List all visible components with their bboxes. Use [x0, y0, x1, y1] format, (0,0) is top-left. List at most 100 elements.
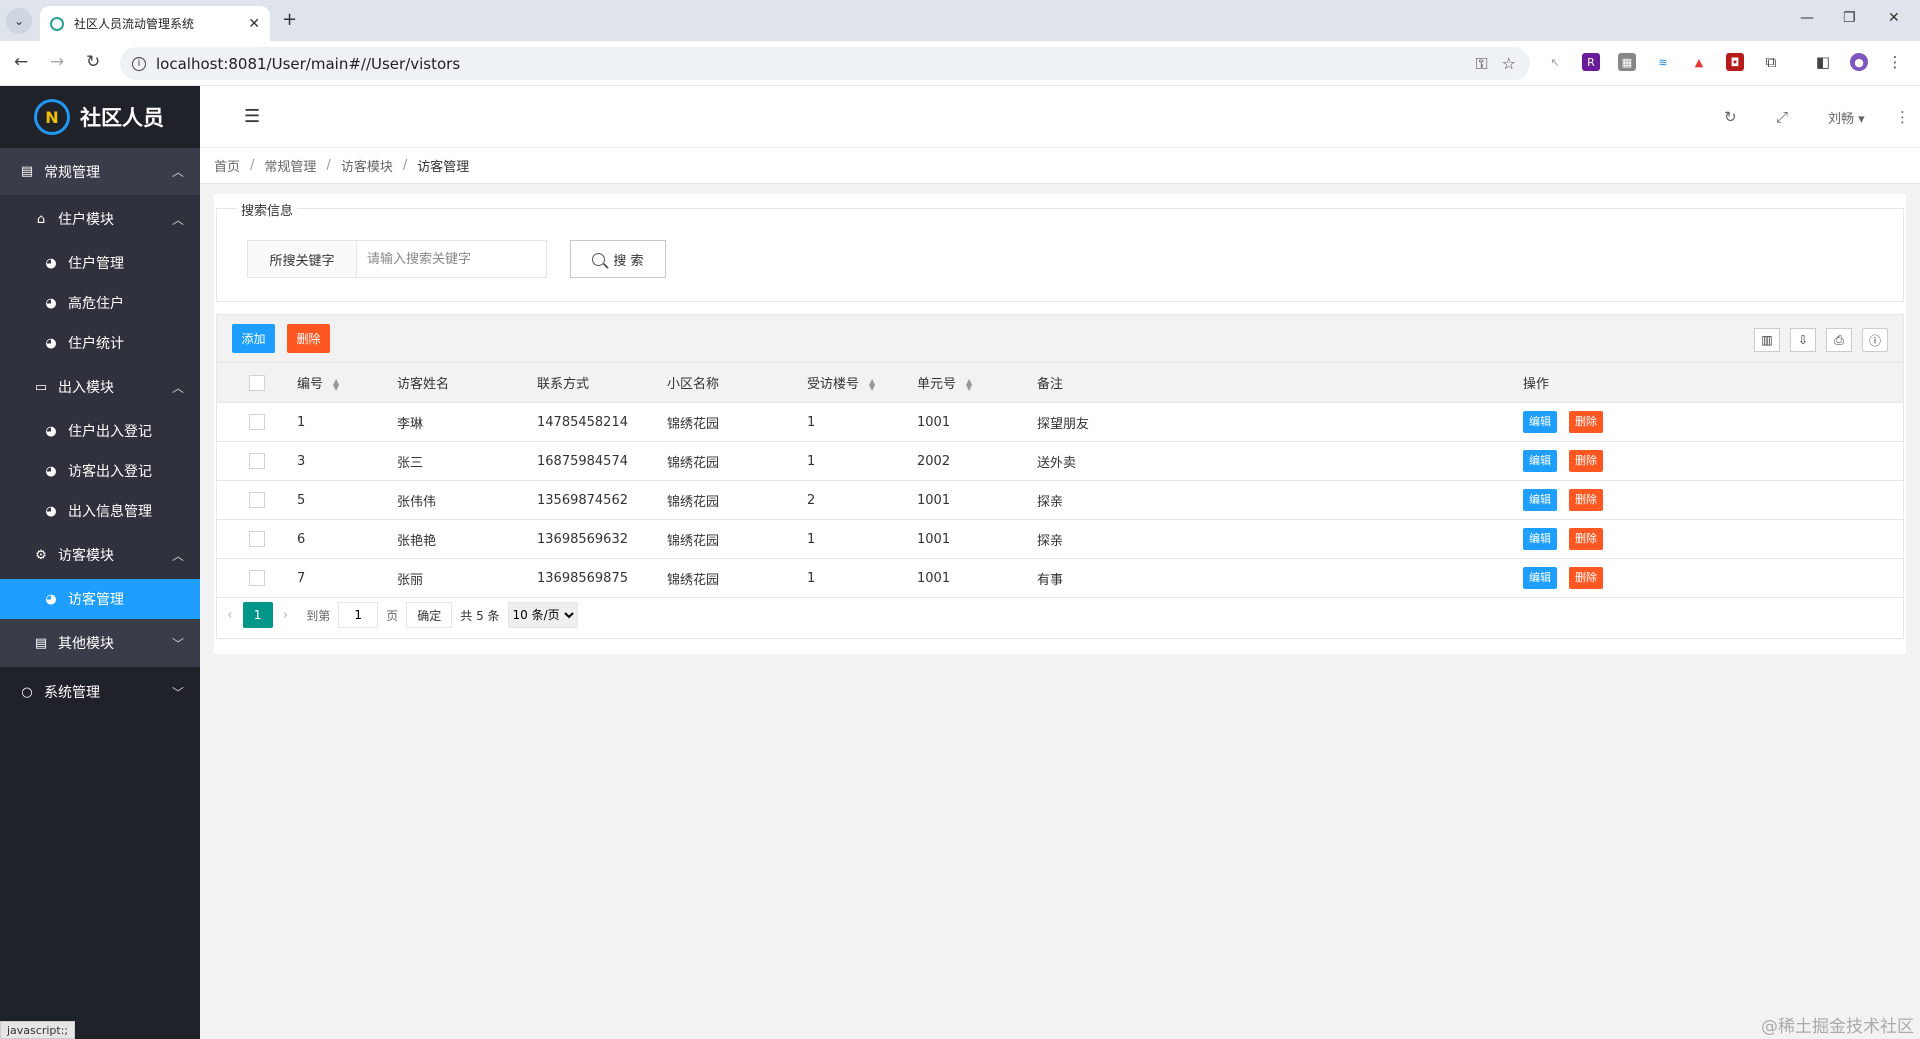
menu-high-risk-residents[interactable]: ◕ 高危住户 [0, 283, 200, 323]
restore-icon[interactable]: ❐ [1843, 10, 1856, 26]
row-delete-button[interactable]: 删除 [1569, 489, 1603, 511]
site-info-icon[interactable]: i [132, 56, 146, 71]
logo[interactable]: N 社区人员 [0, 86, 200, 148]
edit-button[interactable]: 编辑 [1523, 489, 1557, 511]
row-checkbox[interactable] [249, 453, 265, 469]
menu-general[interactable]: ▤ 常规管理 ︿ [0, 148, 200, 195]
extension-layers-icon[interactable]: ≋ [1654, 53, 1672, 71]
cell-community: 锦绣花园 [667, 519, 807, 559]
col-id[interactable]: 编号 ▲ ▼ [297, 363, 397, 403]
window-close-icon[interactable]: ✕ [1888, 10, 1900, 26]
batch-delete-button[interactable]: 删除 [287, 324, 330, 353]
cell-remark: 探望朋友 [1037, 402, 1337, 442]
row-delete-button[interactable]: 删除 [1569, 567, 1603, 589]
goto-confirm-button[interactable]: 确定 [406, 602, 453, 628]
cell-phone: 13698569632 [537, 519, 667, 559]
menu-resident-access-register[interactable]: ◕ 住户出入登记 [0, 411, 200, 451]
col-building[interactable]: 受访楼号 ▲ ▼ [807, 363, 917, 403]
menu-system-management[interactable]: ○ 系统管理 ﹀ [0, 667, 200, 717]
search-label: 所搜关键字 [247, 240, 357, 278]
menu-toggle-icon[interactable]: ☰ [244, 106, 260, 127]
col-actions: 操作 [1337, 363, 1903, 403]
page-size-select[interactable]: 10 条/页 [507, 602, 578, 628]
tab-search-icon[interactable]: ⌄ [6, 8, 32, 34]
next-page-icon[interactable]: › [283, 607, 289, 623]
menu-access-module[interactable]: ▭ 出入模块 ︿ [0, 363, 200, 411]
refresh-icon[interactable]: ↻ [1724, 108, 1737, 126]
tab-title: 社区人员流动管理系统 [74, 17, 195, 31]
user-menu[interactable]: 刘畅 ▾ [1828, 108, 1865, 127]
key-icon[interactable]: ⚿ [1475, 54, 1487, 74]
edit-button[interactable]: 编辑 [1523, 450, 1557, 472]
current-page[interactable]: 1 [242, 602, 273, 628]
menu-resident-management[interactable]: ◕ 住户管理 [0, 243, 200, 283]
bookmark-star-icon[interactable]: ☆ [1502, 54, 1516, 73]
cell-remark: 探亲 [1037, 519, 1337, 559]
goto-page-input[interactable] [338, 602, 379, 628]
browser-menu-icon[interactable]: ⋮ [1886, 53, 1904, 71]
cell-unit: 1001 [917, 402, 1037, 442]
cell-unit: 1001 [917, 558, 1037, 598]
cell-community: 锦绣花园 [667, 480, 807, 520]
new-tab-icon[interactable]: + [282, 9, 297, 30]
extensions-puzzle-icon[interactable]: ⧉ [1762, 53, 1780, 71]
table-toolbar: 添加 删除 ▥ ⇩ ⎙ ⓘ [217, 315, 1903, 363]
minimize-icon[interactable]: — [1800, 10, 1814, 26]
reload-icon[interactable]: ↻ [86, 52, 100, 72]
menu-visitor-management[interactable]: ◕ 访客管理 [0, 579, 200, 619]
url-text[interactable]: localhost:8081/User/main#//User/vistors [156, 55, 1475, 73]
file-icon: ▤ [20, 164, 34, 179]
search-button[interactable]: 搜 索 [570, 240, 666, 278]
prev-page-icon[interactable]: ‹ [227, 607, 233, 623]
columns-filter-icon[interactable]: ▥ [1754, 328, 1780, 352]
side-panel-icon[interactable]: ◧ [1814, 53, 1832, 71]
row-checkbox[interactable] [249, 414, 265, 430]
row-checkbox[interactable] [249, 531, 265, 547]
menu-resident-module[interactable]: ⌂ 住户模块 ︿ [0, 195, 200, 243]
cell-remark: 有事 [1037, 558, 1337, 598]
extension-grid-icon[interactable]: ▦ [1618, 53, 1636, 71]
menu-other-module[interactable]: ▤ 其他模块 ﹀ [0, 619, 200, 667]
row-checkbox[interactable] [249, 570, 265, 586]
menu-visitor-access-register[interactable]: ◕ 访客出入登记 [0, 451, 200, 491]
edit-button[interactable]: 编辑 [1523, 528, 1557, 550]
data-table-panel: 添加 删除 ▥ ⇩ ⎙ ⓘ 编号 ▲ ▼ 访客姓名 联系方式 小区名称 受访楼号 ▲ ▼ [216, 314, 1904, 639]
row-delete-button[interactable]: 删除 [1569, 450, 1603, 472]
back-icon[interactable]: ← [14, 52, 28, 72]
extension-cursor-icon[interactable]: ↖ [1546, 53, 1564, 71]
breadcrumb-general[interactable]: 常规管理 [264, 156, 316, 175]
edit-button[interactable]: 编辑 [1523, 567, 1557, 589]
tab-close-icon[interactable]: ✕ [248, 16, 260, 32]
browser-tab[interactable]: 社区人员流动管理系统 ✕ [40, 6, 270, 41]
row-checkbox[interactable] [249, 492, 265, 508]
profile-avatar-icon[interactable]: ● [1850, 53, 1868, 71]
print-icon[interactable]: ⎙ [1826, 328, 1852, 352]
breadcrumb-visitor-module[interactable]: 访客模块 [341, 156, 393, 175]
export-icon[interactable]: ⇩ [1790, 328, 1816, 352]
forward-icon[interactable]: → [50, 52, 64, 72]
menu-resident-statistics[interactable]: ◕ 住户统计 [0, 323, 200, 363]
cell-id: 6 [297, 519, 397, 559]
info-icon[interactable]: ⓘ [1862, 328, 1888, 352]
cell-id: 1 [297, 402, 397, 442]
edit-button[interactable]: 编辑 [1523, 411, 1557, 433]
row-delete-button[interactable]: 删除 [1569, 528, 1603, 550]
cell-name: 李琳 [397, 402, 537, 442]
search-input[interactable] [356, 240, 547, 278]
table-header-row: 编号 ▲ ▼ 访客姓名 联系方式 小区名称 受访楼号 ▲ ▼ 单元号 ▲ ▼ 备注 操作 [217, 363, 1903, 403]
extension-flame-icon[interactable]: ▲ [1690, 53, 1708, 71]
more-vertical-icon[interactable]: ⋮ [1895, 108, 1910, 126]
menu-visitor-module[interactable]: ⚙ 访客模块 ︿ [0, 531, 200, 579]
fullscreen-icon[interactable]: ⤢ [1776, 108, 1788, 126]
breadcrumb-home[interactable]: 首页 [214, 156, 240, 175]
add-button[interactable]: 添加 [232, 324, 275, 353]
extension-rp-icon[interactable]: R [1582, 53, 1600, 71]
select-all-checkbox[interactable] [249, 374, 265, 391]
col-unit[interactable]: 单元号 ▲ ▼ [917, 363, 1037, 403]
menu-access-info-management[interactable]: ◕ 出入信息管理 [0, 491, 200, 531]
extension-shield-icon[interactable]: ◘ [1726, 53, 1744, 71]
address-bar[interactable]: i localhost:8081/User/main#//User/vistor… [120, 47, 1530, 80]
col-name: 访客姓名 [397, 363, 537, 403]
cell-community: 锦绣花园 [667, 402, 807, 442]
row-delete-button[interactable]: 删除 [1569, 411, 1603, 433]
